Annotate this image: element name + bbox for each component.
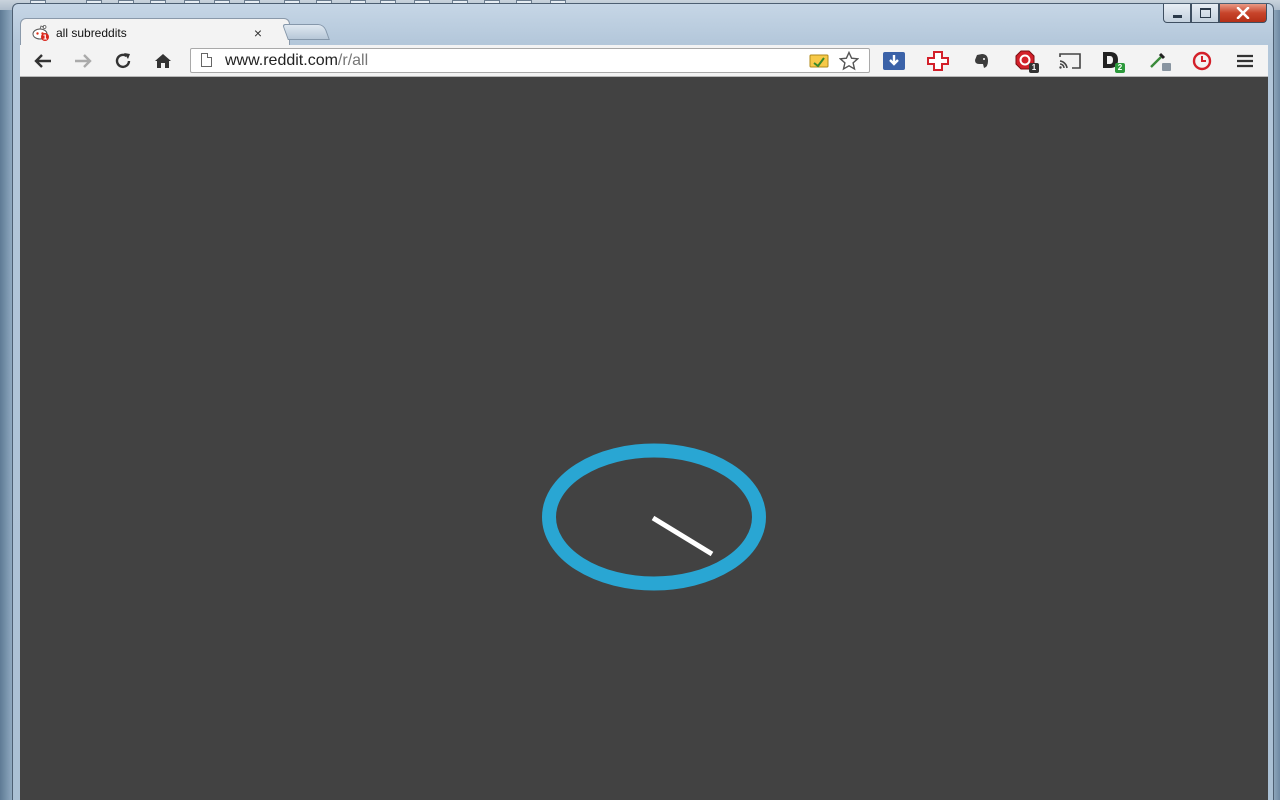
arrow-left-icon <box>34 54 51 68</box>
adblock-button[interactable]: 1 <box>1013 49 1039 73</box>
home-icon <box>155 54 171 68</box>
desktop-left-edge <box>0 10 12 800</box>
back-button[interactable] <box>30 49 56 73</box>
forward-button[interactable] <box>70 49 96 73</box>
medical-cross-icon <box>927 51 949 71</box>
clock-button[interactable] <box>1189 49 1215 73</box>
page-content <box>20 77 1268 800</box>
url-path: /r/all <box>337 52 369 69</box>
rss-feed-icon <box>809 54 829 68</box>
bookmark-star-button[interactable] <box>839 51 859 71</box>
reload-icon <box>115 53 131 69</box>
evernote-button[interactable] <box>969 49 995 73</box>
home-button[interactable] <box>150 49 176 73</box>
adblock-badge: 1 <box>1029 63 1039 73</box>
reload-button[interactable] <box>110 49 136 73</box>
favicon-badge: 1 <box>43 33 48 41</box>
browser-tab[interactable]: 1 all subreddits × <box>20 18 290 46</box>
address-bar[interactable]: www.reddit.com/r/all <box>190 48 870 73</box>
chrome-menu-icon <box>1237 54 1253 68</box>
page-icon <box>201 53 212 67</box>
medical-cross-button[interactable] <box>925 49 951 73</box>
arrow-right-icon <box>75 54 92 68</box>
window-caption-buttons <box>1163 4 1267 24</box>
close-icon <box>1236 7 1250 19</box>
d-extension-badge: 2 <box>1115 63 1125 73</box>
evernote-elephant-icon <box>975 54 988 68</box>
reddit-alien-icon: 1 <box>32 24 50 42</box>
clock-icon <box>1192 51 1212 71</box>
minimize-button[interactable] <box>1163 4 1191 23</box>
rss-feed-button[interactable] <box>809 52 829 70</box>
url-text[interactable]: www.reddit.com/r/all <box>225 52 368 70</box>
minimize-icon <box>1172 14 1182 18</box>
cast-button[interactable] <box>1057 49 1083 73</box>
new-tab-button[interactable] <box>282 24 330 40</box>
pocket-download-icon <box>883 52 905 70</box>
pocket-download-button[interactable] <box>881 49 907 73</box>
eyedropper-button[interactable] <box>1147 49 1173 73</box>
cast-icon <box>1059 53 1081 69</box>
chrome-menu-button[interactable] <box>1232 49 1258 73</box>
maximize-icon <box>1199 8 1211 18</box>
d-extension-button[interactable]: 2 <box>1099 49 1125 73</box>
loading-spinner <box>542 443 766 591</box>
close-window-button[interactable] <box>1219 4 1267 23</box>
spinner-hand <box>651 515 714 557</box>
url-host: www.reddit.com <box>225 52 338 69</box>
browser-toolbar: www.reddit.com/r/all 1 2 <box>20 45 1268 77</box>
maximize-button[interactable] <box>1191 4 1219 23</box>
eyedropper-icon <box>1150 52 1171 71</box>
tab-close-button[interactable]: × <box>250 25 266 41</box>
star-icon <box>839 51 859 71</box>
tab-title: all subreddits <box>56 25 127 40</box>
